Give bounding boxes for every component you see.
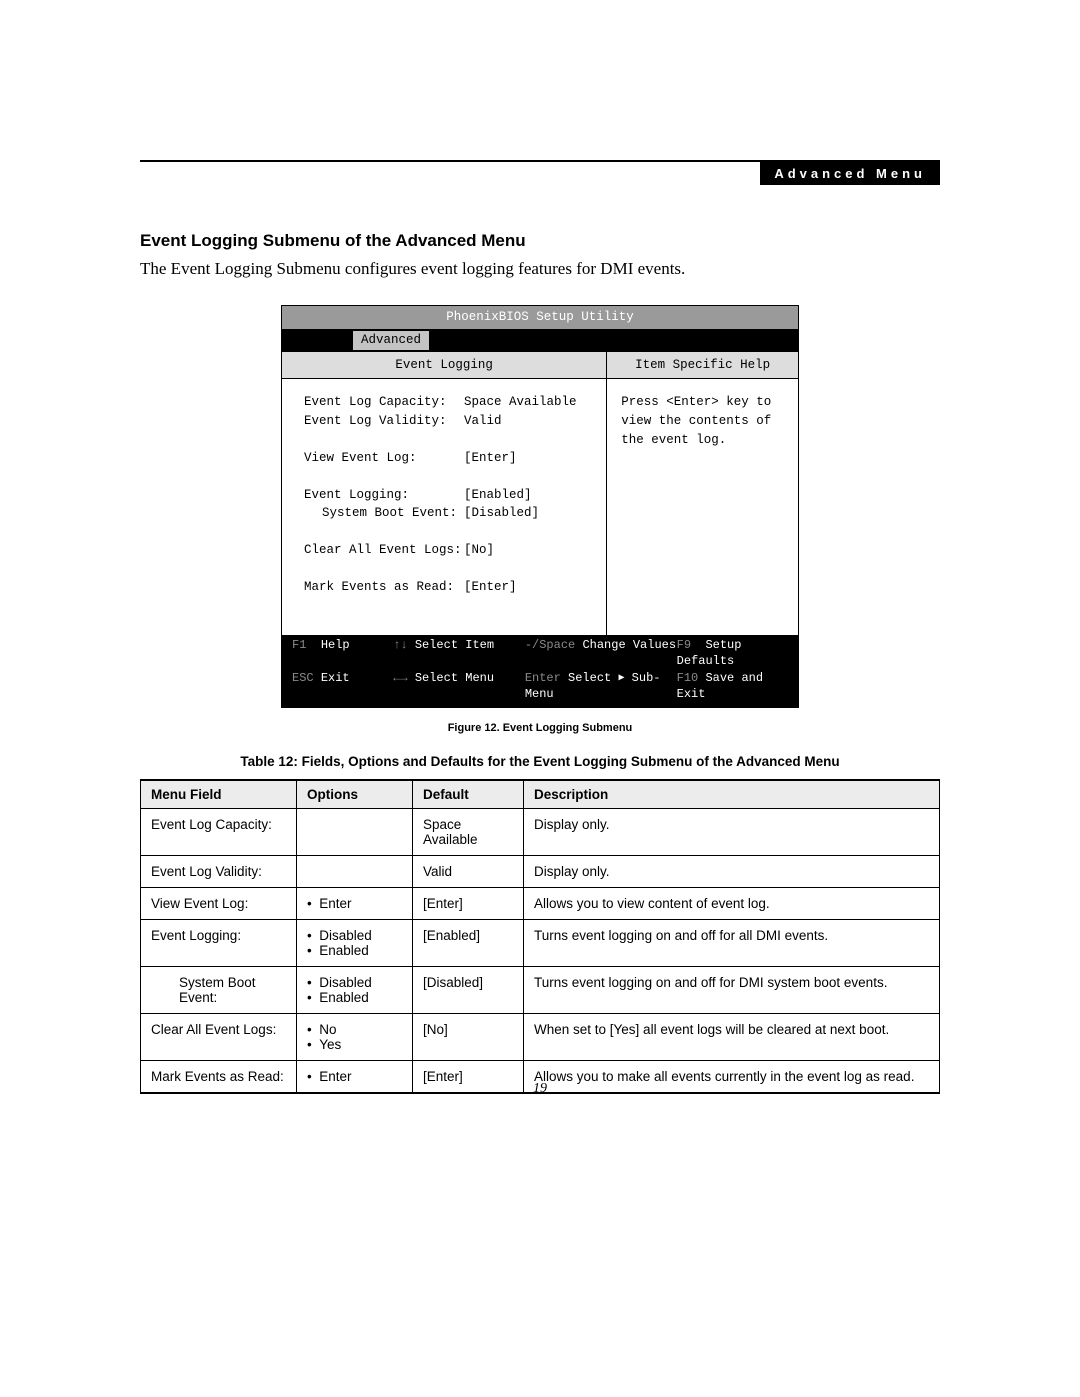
bios-setting-row: Clear All Event Logs:[No] [304,541,590,560]
bios-setting-row: System Boot Event:[Disabled] [304,504,590,523]
bios-left-panel: Event Logging Event Log Capacity:Space A… [282,352,607,636]
th-default: Default [413,780,524,809]
table-row: View Event Log:Enter[Enter]Allows you to… [141,887,940,919]
bios-footer: F1 Help ↑↓ Select Item -/Space Change Va… [282,635,798,706]
th-options: Options [297,780,413,809]
bios-screenshot: PhoenixBIOS Setup Utility Advanced Event… [281,305,799,708]
bios-right-heading: Item Specific Help [607,352,798,380]
bios-setting-row: Event Log Validity:Valid [304,412,590,431]
table-row: System Boot Event:DisabledEnabled[Disabl… [141,966,940,1013]
figure-caption: Figure 12. Event Logging Submenu [140,722,940,734]
options-table: Menu Field Options Default Description E… [140,779,940,1094]
bios-setting-row: View Event Log:[Enter] [304,449,590,468]
bios-help-text: Press <Enter> key to view the contents o… [607,379,798,463]
page-number: 19 [0,1081,1080,1097]
table-row: Event Logging:DisabledEnabled[Enabled]Tu… [141,919,940,966]
bios-title: PhoenixBIOS Setup Utility [282,306,798,330]
th-description: Description [524,780,940,809]
th-menu-field: Menu Field [141,780,297,809]
section-heading: Event Logging Submenu of the Advanced Me… [140,231,940,251]
bios-tab-bar: Advanced [282,330,798,351]
table-row: Event Log Validity:ValidDisplay only. [141,855,940,887]
bios-tab-advanced: Advanced [352,330,430,351]
bios-setting-row: Event Logging:[Enabled] [304,486,590,505]
top-rule: Advanced Menu [140,160,940,185]
bios-setting-row: Mark Events as Read:[Enter] [304,578,590,597]
table-header-row: Menu Field Options Default Description [141,780,940,809]
table-row: Event Log Capacity:Space AvailableDispla… [141,808,940,855]
intro-paragraph: The Event Logging Submenu configures eve… [140,259,940,279]
table-row: Clear All Event Logs:NoYes[No]When set t… [141,1013,940,1060]
page: Advanced Menu Event Logging Submenu of t… [0,0,1080,1397]
header-tag: Advanced Menu [760,162,940,185]
bios-settings-list: Event Log Capacity:Space AvailableEvent … [282,379,606,635]
bios-setting-row: Event Log Capacity:Space Available [304,393,590,412]
bios-left-heading: Event Logging [282,352,606,380]
table-caption: Table 12: Fields, Options and Defaults f… [140,754,940,769]
bios-right-panel: Item Specific Help Press <Enter> key to … [607,352,798,636]
